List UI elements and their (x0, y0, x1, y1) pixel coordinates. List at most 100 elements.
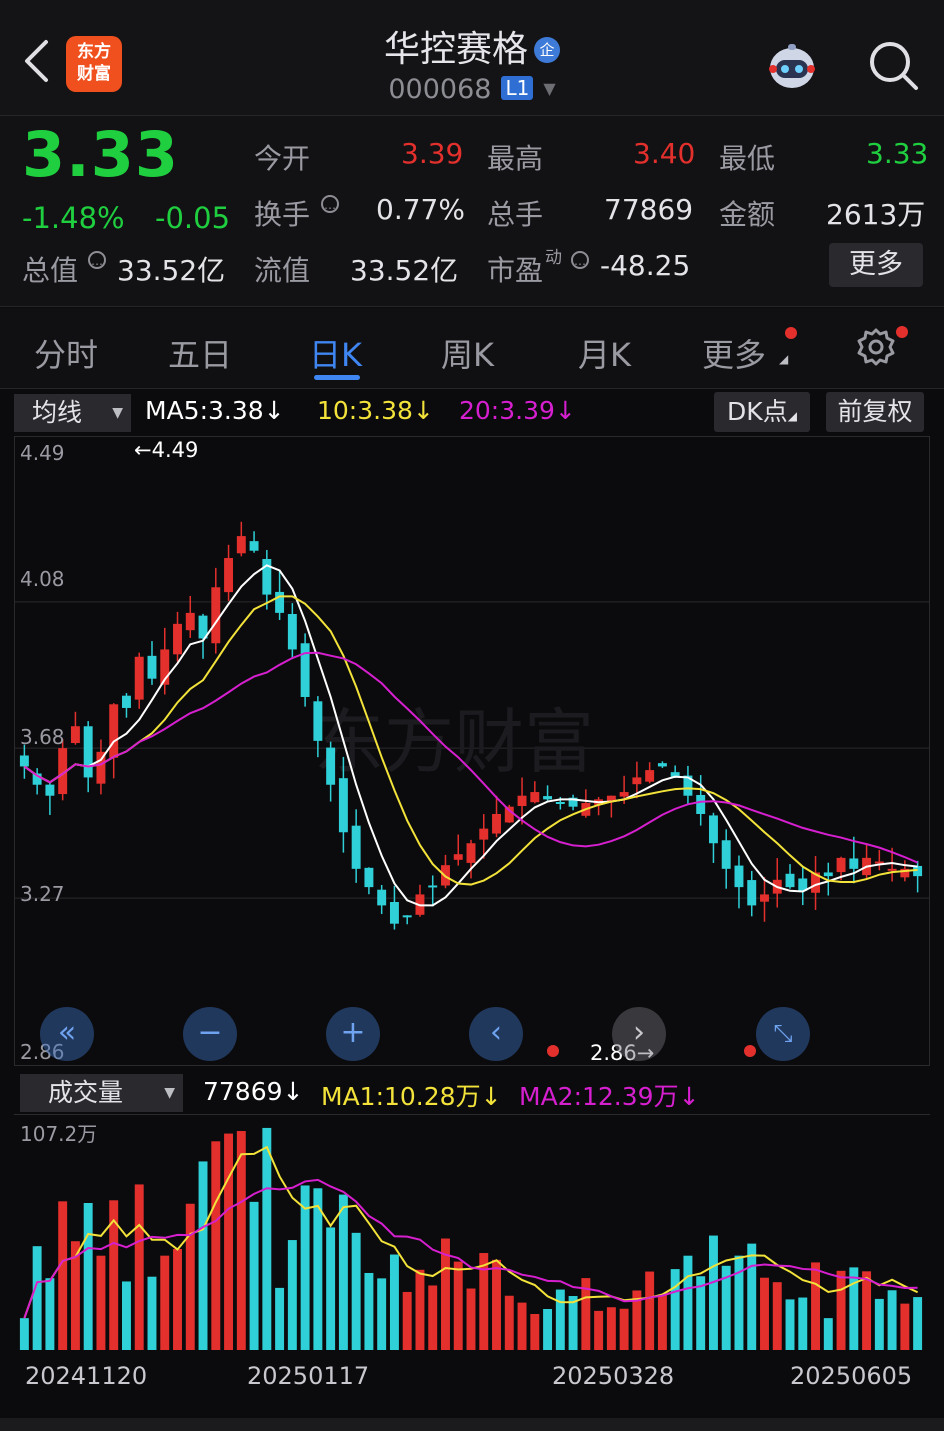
event-marker-dot[interactable] (547, 1045, 559, 1057)
candle-body (147, 655, 157, 679)
volume-bar (121, 1281, 131, 1350)
tab-intraday[interactable]: 分时 (34, 330, 98, 376)
pe-value: -48.25 (600, 249, 691, 282)
zoom-out-icon[interactable]: − (183, 1007, 237, 1061)
candle-body (326, 747, 336, 785)
ma20-value: 20:3.39↓ (459, 396, 576, 425)
candle-body (211, 587, 221, 644)
indicator-selector[interactable]: 均线 ▼ (14, 394, 131, 432)
volume-bar (772, 1282, 782, 1350)
candle-body (121, 695, 131, 708)
candle-body (696, 794, 706, 814)
volume-bar (568, 1296, 578, 1350)
tab-weekly-k[interactable]: 周K (441, 330, 494, 376)
volume-bar (262, 1127, 272, 1350)
volume-bar (913, 1297, 923, 1350)
volume-bar (236, 1131, 246, 1350)
volume-bar (900, 1303, 910, 1350)
candle-body (479, 828, 489, 840)
settings-gear-icon[interactable] (855, 326, 897, 368)
volume-bar (249, 1201, 259, 1350)
candle-body (134, 656, 144, 700)
candle-body (313, 701, 323, 741)
event-marker-dot[interactable] (744, 1045, 756, 1057)
notification-dot (785, 327, 797, 339)
amount-label: 金额 (719, 198, 776, 231)
dk-point-label: DK点 (727, 397, 788, 426)
volume-bar (594, 1310, 604, 1350)
tab-monthly-k[interactable]: 月K (578, 330, 631, 376)
volume-label: 总手 (487, 198, 544, 231)
scroll-right-icon[interactable]: › (612, 1007, 666, 1061)
volume-bar (364, 1272, 374, 1350)
adjust-price-button[interactable]: 前复权 (826, 392, 924, 432)
volume-bar (32, 1246, 42, 1350)
tab-five-day[interactable]: 五日 (168, 330, 232, 376)
candle-body (338, 778, 348, 833)
volume-bar (453, 1261, 463, 1350)
candle-body (428, 885, 438, 888)
volume-bar (606, 1307, 616, 1350)
robot-assistant-icon[interactable] (764, 38, 820, 94)
tab-daily-k[interactable]: 日K (309, 330, 362, 376)
volume-bar (96, 1255, 106, 1350)
candle-body (249, 541, 259, 551)
volume-bar (683, 1255, 693, 1350)
volume-bar (338, 1194, 348, 1350)
volume-indicator-selector[interactable]: 成交量 ▼ (20, 1074, 183, 1112)
volume-bar (619, 1308, 629, 1350)
volume-bar (862, 1271, 872, 1350)
volume-bar (147, 1276, 157, 1350)
candle-body (785, 873, 795, 888)
candle-body (708, 815, 718, 844)
volume-bar (83, 1202, 93, 1350)
candle-body (19, 755, 29, 767)
candle-body (734, 865, 744, 888)
volume-bar (19, 1318, 29, 1350)
volume-bar (351, 1232, 361, 1350)
volume-bar (836, 1270, 846, 1350)
volume-bar (517, 1302, 527, 1350)
info-icon[interactable]: … (321, 195, 339, 213)
volume-bar (58, 1201, 68, 1350)
volume-bar (823, 1318, 833, 1350)
bottom-bar (0, 1418, 944, 1431)
volume-bar (543, 1308, 553, 1350)
dk-point-button[interactable]: DK点◢ (714, 392, 810, 432)
float-mv-label: 流值 (254, 254, 311, 287)
pe-dynamic-sup: 动 (545, 248, 562, 268)
volume-bar (645, 1271, 655, 1350)
candle-body (466, 843, 476, 863)
candle-body (402, 915, 412, 918)
price-axis-label: 3.27 (20, 882, 65, 906)
candle-body (83, 726, 93, 778)
volume-bar (849, 1267, 859, 1350)
candle-body (619, 792, 629, 797)
date-label: 20250605 (790, 1362, 913, 1390)
info-icon[interactable]: … (571, 251, 589, 269)
turnover-value: 0.77% (376, 193, 465, 226)
info-icon[interactable]: … (88, 251, 106, 269)
fullscreen-icon[interactable]: ⤡ (756, 1007, 810, 1061)
corner-triangle-icon: ◢ (787, 409, 797, 423)
volume-chart[interactable] (14, 1114, 930, 1360)
candle-body (721, 840, 731, 869)
volume-ma1: MA1:10.28万↓ (321, 1082, 502, 1111)
current-price: 3.33 (22, 118, 179, 191)
scroll-left-fast-icon[interactable]: « (40, 1007, 94, 1061)
volume-bar (224, 1133, 234, 1350)
candlestick-chart[interactable]: 东方财富 (14, 436, 930, 1066)
high-label: 最高 (487, 142, 544, 175)
watermark-logo: 东方财富 (314, 701, 594, 783)
candle-body (492, 813, 501, 834)
volume-bar (377, 1278, 387, 1350)
scroll-left-icon[interactable]: ‹ (469, 1007, 523, 1061)
zoom-in-icon[interactable]: + (326, 1007, 380, 1061)
tab-more[interactable]: 更多 (702, 330, 766, 376)
notification-dot (896, 326, 908, 338)
search-icon[interactable] (866, 38, 920, 92)
candle-body (185, 612, 195, 631)
change-percent: -1.48% (22, 201, 125, 235)
volume-bar (45, 1278, 55, 1350)
more-quote-button[interactable]: 更多 (829, 243, 923, 287)
